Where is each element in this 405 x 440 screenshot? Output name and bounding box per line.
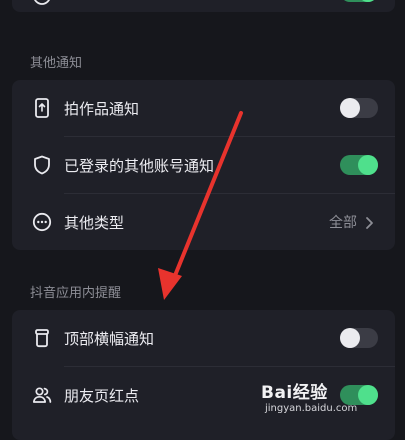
section-title-other-notifications: 其他通知 [30, 56, 83, 71]
row-label: 朋友页红点 [64, 386, 140, 405]
phone-icon [32, 98, 52, 118]
shoot-work-toggle[interactable] [340, 98, 378, 118]
row-label: 已登录的其他账号通知 [64, 156, 215, 175]
more-icon [32, 212, 52, 232]
cup-icon [32, 328, 52, 348]
watermark-url: jingyan.baidu.com [265, 403, 358, 414]
previous-toggle[interactable] [340, 0, 378, 2]
other-account-toggle[interactable] [340, 155, 378, 175]
row-shoot-work-notification[interactable]: 拍作品通知 [12, 80, 395, 136]
row-label: 顶部横幅通知 [64, 329, 155, 348]
chevron-right-icon [365, 215, 375, 229]
row-label: 拍作品通知 [64, 99, 140, 118]
other-notifications-card: 拍作品通知 已登录的其他账号通知 其他类型 全部 [12, 80, 395, 250]
row-label: 其他类型 [64, 213, 125, 232]
circle-icon [32, 0, 52, 6]
shield-icon [32, 155, 52, 175]
top-banner-toggle[interactable] [340, 328, 378, 348]
previous-settings-card [12, 0, 395, 12]
row-other-types[interactable]: 其他类型 全部 [12, 194, 395, 250]
row-top-banner-notification[interactable]: 顶部横幅通知 [12, 310, 395, 366]
watermark-logo: Bai经验 [261, 383, 328, 403]
baidu-jingyan-watermark: Bai经验 jingyan.baidu.com [251, 376, 381, 424]
row-other-account-notification[interactable]: 已登录的其他账号通知 [12, 137, 395, 193]
other-types-value: 全部 [329, 215, 357, 231]
users-icon [32, 385, 52, 405]
section-title-in-app-reminders: 抖音应用内提醒 [30, 286, 122, 301]
